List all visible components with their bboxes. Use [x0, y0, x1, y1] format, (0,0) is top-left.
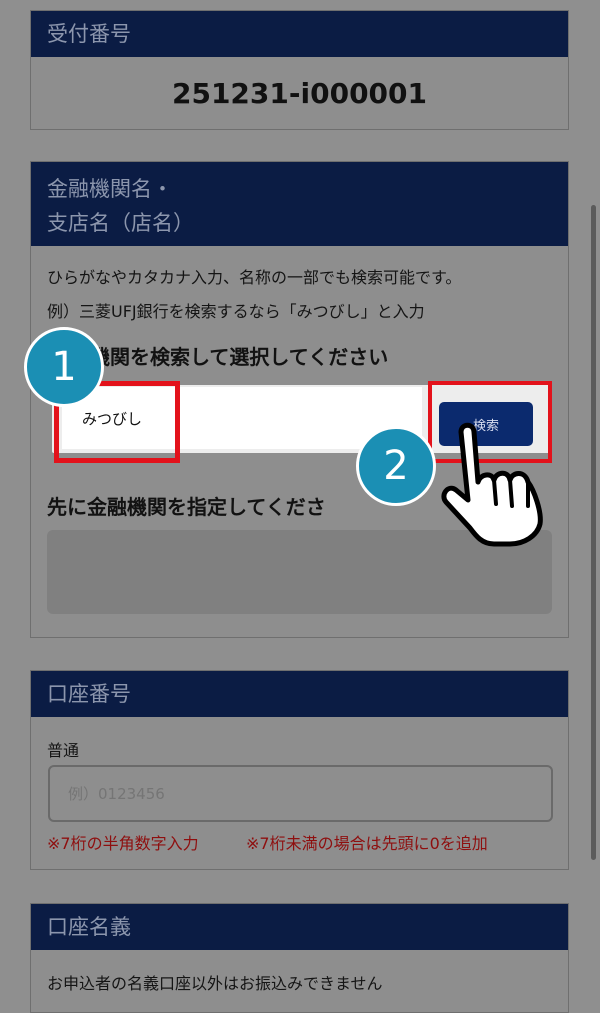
- branch-label: 先に金融機関を指定してくださ: [47, 495, 326, 519]
- bank-note-1: ひらがなやカタカナ入力、名称の一部でも検索可能です。: [47, 268, 462, 287]
- receipt-section: 受付番号 251231-i000001: [30, 10, 569, 130]
- bank-header: 金融機関名・ 支店名（店名）: [31, 162, 568, 246]
- account-header: 口座番号: [31, 671, 568, 717]
- account-number-input[interactable]: [48, 765, 553, 822]
- bank-header-line2: 支店名（店名）: [47, 211, 194, 235]
- receipt-header: 受付番号: [31, 11, 568, 57]
- account-warning-2: ※7桁未満の場合は先頭に0を追加: [246, 834, 488, 853]
- page-scrollbar[interactable]: [591, 205, 596, 860]
- bank-select-label: 機関を検索して選択してください: [90, 345, 389, 369]
- account-warning-1: ※7桁の半角数字入力: [47, 834, 199, 853]
- hand-pointer-icon: [441, 422, 543, 547]
- account-type-label: 普通: [47, 741, 80, 760]
- step-1-badge: 1: [24, 327, 104, 407]
- holder-section: 口座名義: [30, 903, 569, 1013]
- step-2-badge: 2: [356, 426, 436, 506]
- receipt-number: 251231-i000001: [171, 76, 427, 110]
- bank-note-2: 例）三菱UFJ銀行を検索するなら「みつびし」と入力: [47, 302, 425, 321]
- holder-header: 口座名義: [31, 904, 568, 950]
- holder-note: お申込者の名義口座以外はお振込みできません: [47, 974, 383, 993]
- bank-header-line1: 金融機関名・: [47, 177, 173, 201]
